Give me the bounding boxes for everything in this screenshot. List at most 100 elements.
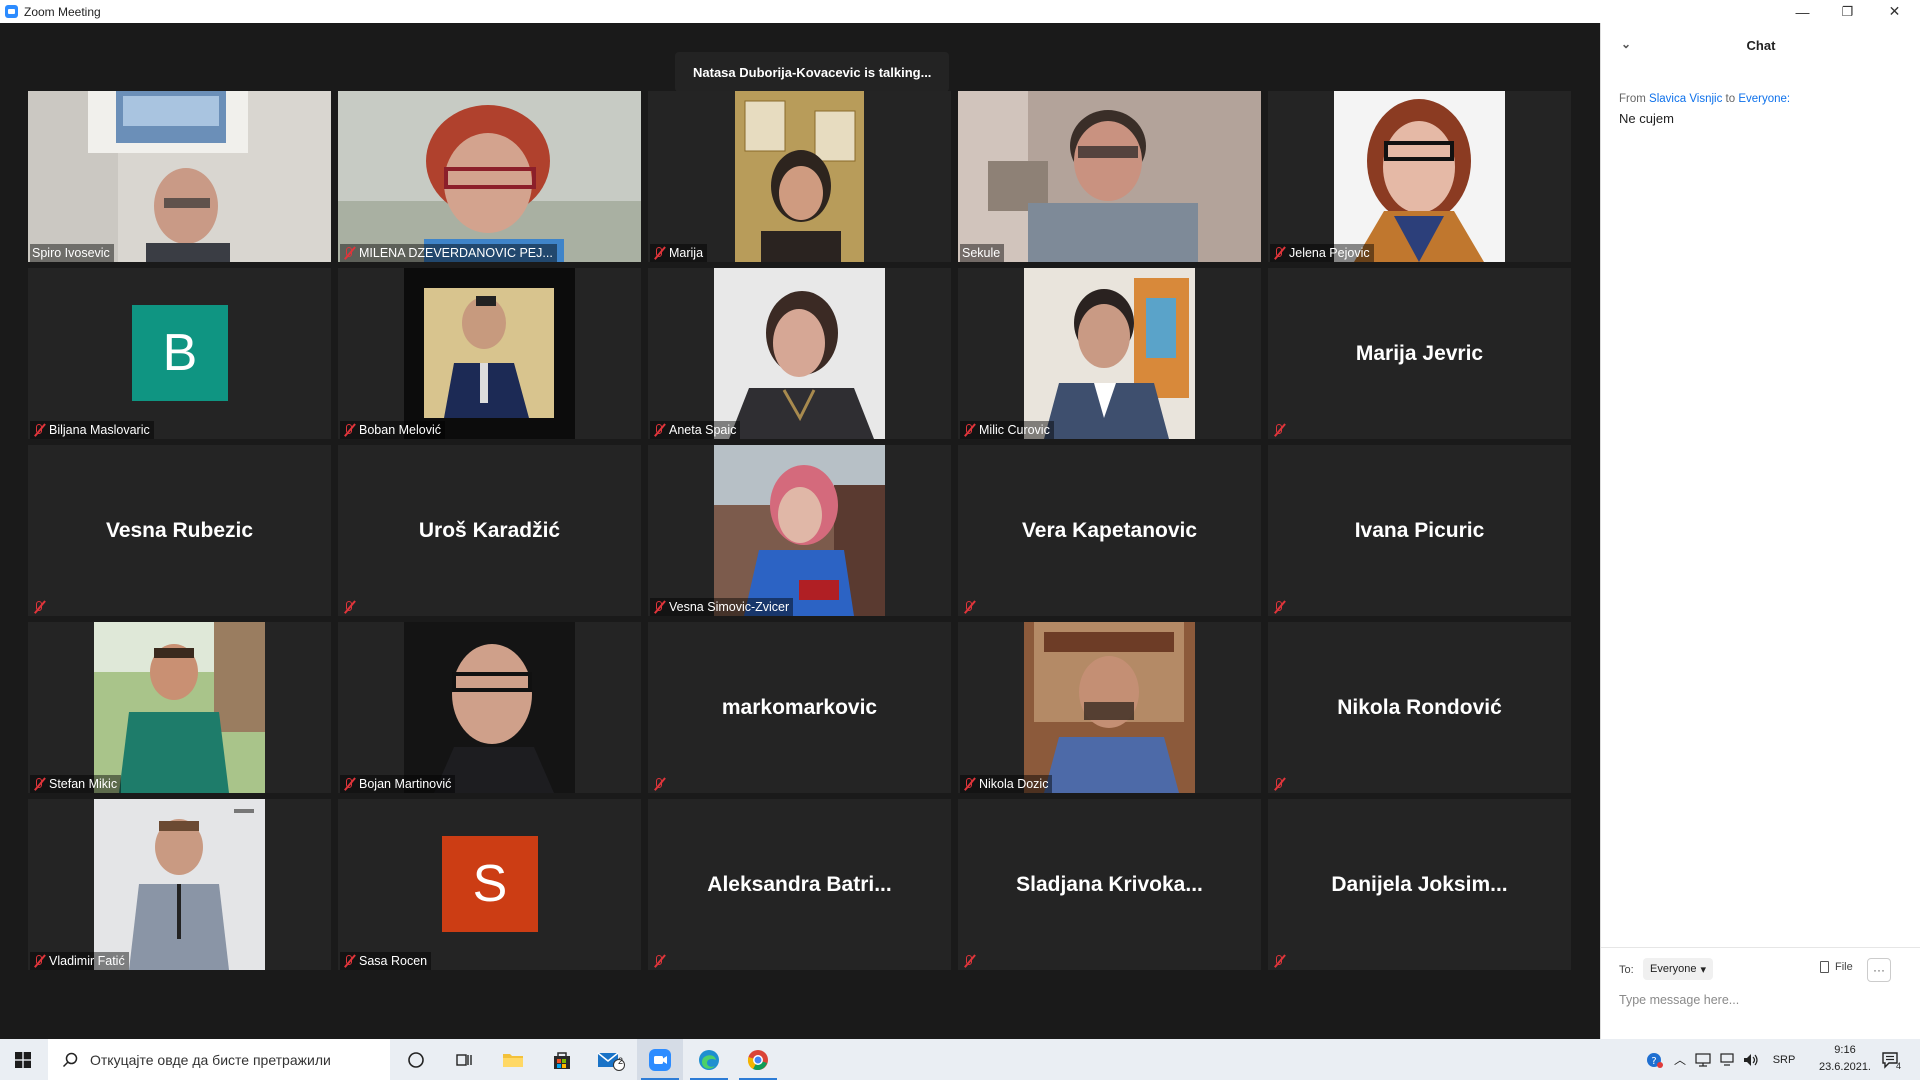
notifications-count: 4 [1896, 1061, 1902, 1071]
file-button[interactable]: File [1820, 961, 1853, 973]
participant-name: Stefan Mikic [49, 777, 118, 791]
clock-time: 9:16 [1834, 1044, 1856, 1056]
chrome-button[interactable] [735, 1039, 781, 1080]
participant-tile[interactable]: Milic Curovic [958, 268, 1261, 439]
start-button[interactable] [0, 1039, 46, 1080]
participant-tile[interactable]: MILENA DZEVERDANOVIC PEJ... [338, 91, 641, 262]
display-tray-icon[interactable] [1716, 1039, 1738, 1080]
speaker-icon [1744, 1053, 1758, 1066]
participant-video [404, 268, 575, 439]
recipient-select[interactable]: Everyone ▾ [1643, 958, 1714, 980]
participant-label: Boban Melović [340, 421, 445, 439]
participant-label [340, 598, 363, 616]
restore-button[interactable]: ❐ [1825, 0, 1870, 23]
input-language[interactable]: SRP [1768, 1039, 1800, 1080]
search-placeholder: Откуцајте овде да бисте претражили [90, 1051, 331, 1068]
participant-tile[interactable]: Ivana Picuric [1268, 445, 1571, 616]
participant-tile[interactable]: Marija [648, 91, 951, 262]
store-button[interactable] [539, 1039, 585, 1080]
participant-video [714, 268, 885, 439]
participant-name: Nikola Dozic [979, 777, 1049, 791]
participant-tile[interactable]: Vera Kapetanovic [958, 445, 1261, 616]
participant-name: Sasa Rocen [359, 954, 428, 968]
participant-name: Vladimir Fatić [49, 954, 125, 968]
chevron-up-icon[interactable]: ︿ [1670, 1039, 1690, 1080]
to-word: to [1725, 93, 1736, 105]
minimize-button[interactable]: — [1780, 0, 1825, 23]
participant-tile[interactable]: Vesna Rubezic [28, 445, 331, 616]
muted-mic-icon [32, 777, 46, 791]
participant-label [30, 598, 53, 616]
participant-tile[interactable]: Nikola Dozic [958, 622, 1261, 793]
muted-mic-icon [342, 600, 356, 614]
task-view-button[interactable] [441, 1039, 487, 1080]
participant-tile[interactable]: Uroš Karadžić [338, 445, 641, 616]
participant-video [735, 91, 864, 262]
participant-name: Jelena Pejovic [1289, 246, 1370, 260]
chat-message-input[interactable] [1617, 988, 1911, 1012]
participant-display-name: Sladjana Krivoka... [1016, 872, 1203, 896]
window-title: Zoom Meeting [24, 4, 101, 19]
volume-tray-icon[interactable] [1740, 1039, 1762, 1080]
cortana-button[interactable] [393, 1039, 439, 1080]
participant-tile[interactable]: Spiro Ivosevic [28, 91, 331, 262]
file-icon [1820, 961, 1829, 973]
muted-mic-icon [1272, 600, 1286, 614]
participant-video [1334, 91, 1505, 262]
edge-button[interactable] [686, 1039, 732, 1080]
participant-tile[interactable]: Sladjana Krivoka... [958, 799, 1261, 970]
edge-icon [699, 1049, 719, 1070]
participant-tile[interactable]: Vesna Simovic-Zvicer [648, 445, 951, 616]
help-icon: ? [1647, 1052, 1663, 1068]
monitor-icon [1720, 1052, 1734, 1066]
participant-tile[interactable]: Danijela Joksim... [1268, 799, 1571, 970]
participant-tile[interactable]: Jelena Pejovic [1268, 91, 1571, 262]
notifications-button[interactable]: 4 [1876, 1039, 1906, 1080]
close-button[interactable]: ✕ [1872, 0, 1917, 23]
participant-video [28, 91, 331, 262]
participant-video [94, 799, 265, 970]
recipient-select-value: Everyone [1650, 963, 1697, 975]
chat-message-text: Ne cujem [1619, 111, 1674, 126]
participant-name: Bojan Martinović [359, 777, 452, 791]
participant-tile[interactable]: B Biljana Maslovaric [28, 268, 331, 439]
mail-button[interactable]: 2 [588, 1039, 634, 1080]
taskbar-clock[interactable]: 9:16 23.6.2021. [1818, 1042, 1872, 1076]
muted-mic-icon [342, 423, 356, 437]
participant-tile[interactable]: markomarkovic [648, 622, 951, 793]
chevron-down-icon[interactable]: ⌄ [1621, 37, 1631, 51]
message-sender[interactable]: Slavica Visnjic [1649, 93, 1722, 105]
participant-label: Biljana Maslovaric [30, 421, 154, 439]
participant-tile[interactable]: Bojan Martinović [338, 622, 641, 793]
participant-tile[interactable]: Marija Jevric [1268, 268, 1571, 439]
participant-tile[interactable]: Sekule [958, 91, 1261, 262]
participant-display-name: Vesna Rubezic [105, 518, 254, 542]
participant-label [960, 598, 983, 616]
participant-display-name: Danijela Joksim... [1331, 872, 1508, 896]
more-options-button[interactable]: ··· [1867, 958, 1891, 982]
help-tray-icon[interactable]: ? [1643, 1039, 1667, 1080]
chat-title: Chat [1746, 37, 1776, 53]
file-explorer-button[interactable] [490, 1039, 536, 1080]
participant-avatar: B [132, 305, 228, 401]
zoom-taskbar-button[interactable] [637, 1039, 683, 1080]
zoom-icon [649, 1048, 671, 1071]
network-tray-icon[interactable] [1692, 1039, 1714, 1080]
participant-tile[interactable]: Nikola Rondović [1268, 622, 1571, 793]
participant-tile[interactable]: Aneta Spaic [648, 268, 951, 439]
message-recipient[interactable]: Everyone: [1738, 93, 1790, 105]
participant-tile[interactable]: S Sasa Rocen [338, 799, 641, 970]
taskbar-search-box[interactable]: Откуцајте овде да бисте претражили [48, 1039, 390, 1080]
participant-video [1024, 268, 1195, 439]
participant-label [1270, 598, 1293, 616]
from-label: From [1619, 93, 1646, 105]
participant-tile[interactable]: Vladimir Fatić [28, 799, 331, 970]
participant-tile[interactable]: Aleksandra Batri... [648, 799, 951, 970]
participant-label: Milic Curovic [960, 421, 1054, 439]
participant-tile[interactable]: Stefan Mikic [28, 622, 331, 793]
svg-text:?: ? [1651, 1056, 1656, 1067]
participant-video [714, 445, 885, 616]
muted-mic-icon [32, 954, 46, 968]
participant-tile[interactable]: Boban Melović [338, 268, 641, 439]
task-view-icon [456, 1053, 472, 1066]
